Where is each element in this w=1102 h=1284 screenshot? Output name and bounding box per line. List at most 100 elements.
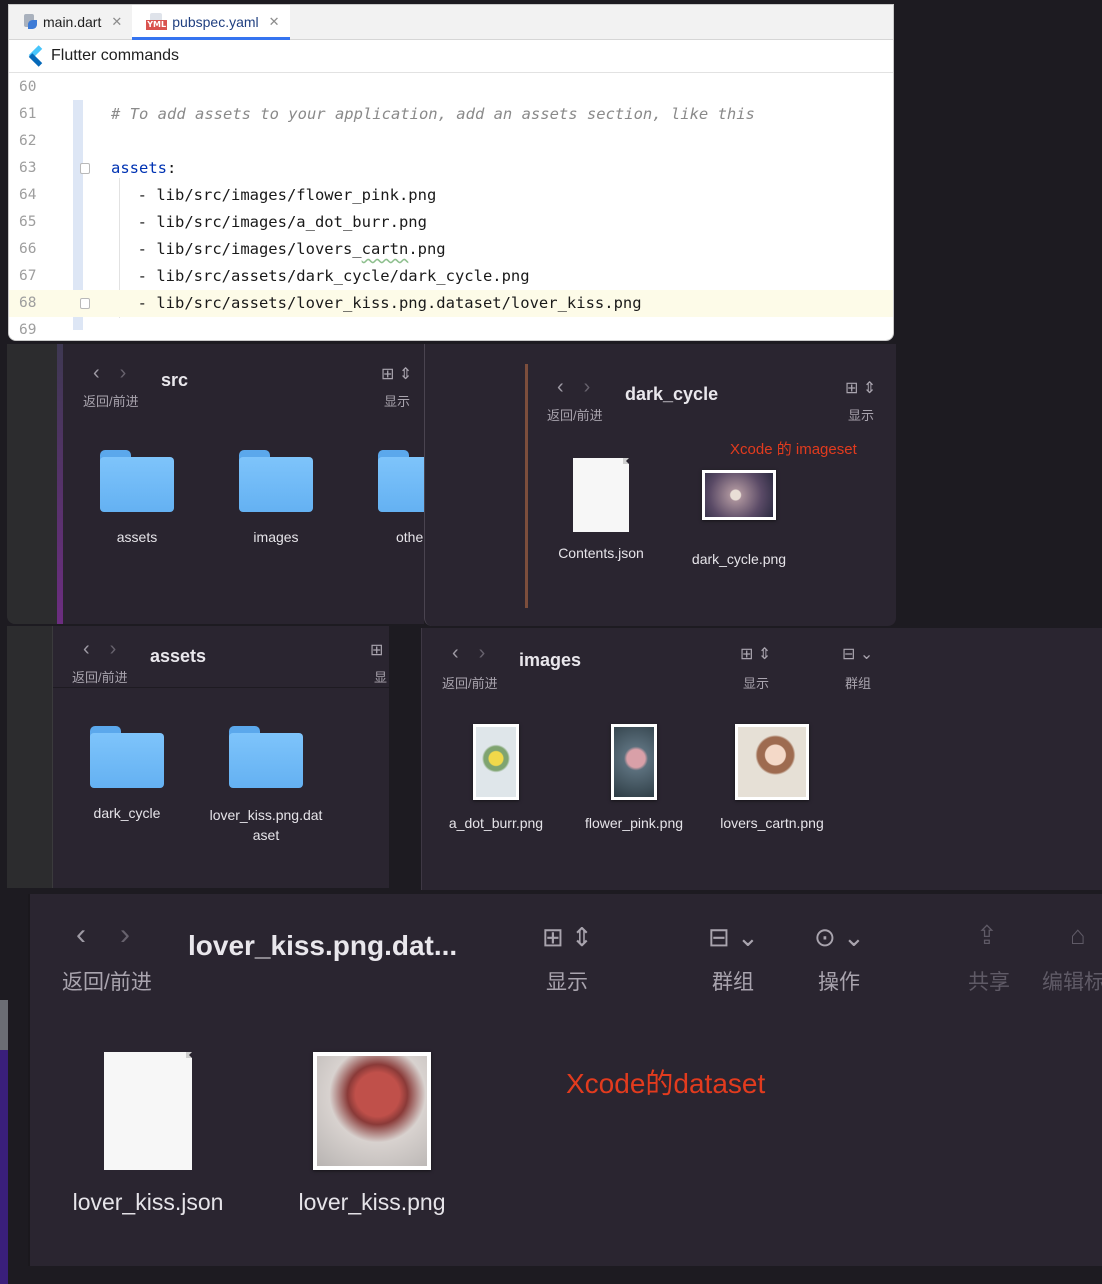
code-comment: # To add assets to your application, add…: [111, 105, 755, 123]
yaml-colon: :: [167, 159, 177, 177]
folder-item[interactable]: othe: [378, 450, 424, 545]
finder-window-assets: ‹ › assets 返回/前进 ⊞ 显 dark_cycle lover_kis…: [7, 626, 389, 888]
file-item[interactable]: Contents.json: [547, 458, 655, 561]
share-icon[interactable]: ⇪: [976, 920, 998, 951]
yaml-file-icon: YML: [146, 13, 168, 30]
sidebar-edge: [7, 626, 53, 888]
group-label: 群组: [845, 676, 872, 691]
annotation-note: Xcode 的 imageset: [730, 441, 857, 458]
view-grid-icon[interactable]: ⊞ ⇕: [542, 922, 593, 953]
finder-window-images: ‹ › images 返回/前进 ⊞ ⇕ 显示 ⊟ ⌄ 群组 a_dot_burr…: [421, 628, 1102, 890]
code-text: - lib/src/images/lovers_cartn.png: [119, 236, 446, 263]
item-label: lover_kiss.png: [298, 1189, 446, 1215]
yaml-key: assets: [111, 159, 167, 177]
finder-window-dataset: ‹ › lover_kiss.png.dat... 返回/前进 ⊞ ⇕ 显示 ⊟ …: [28, 894, 1102, 1266]
back-icon[interactable]: ‹: [83, 638, 90, 661]
nav-arrows: ‹ ›: [557, 376, 590, 399]
group-label: 群组: [712, 971, 754, 994]
window-title: src: [161, 370, 189, 390]
line-number: 62: [19, 133, 37, 149]
view-label: 显示: [848, 408, 875, 423]
back-icon[interactable]: ‹: [452, 642, 459, 665]
view-label: 显: [374, 670, 388, 685]
nav-label: 返回/前进: [72, 670, 128, 685]
image-thumbnail: [611, 724, 657, 800]
nav-arrows: ‹ ›: [76, 918, 130, 952]
image-file-item[interactable]: a_dot_burr.png: [434, 724, 558, 831]
forward-icon[interactable]: ›: [120, 918, 130, 952]
code-line: 69: [9, 317, 893, 340]
fold-marker-icon[interactable]: [80, 298, 90, 309]
flutter-commands-label: Flutter commands: [51, 47, 180, 64]
nav-arrows: ‹ ›: [93, 362, 126, 385]
folder-item[interactable]: lover_kiss.png.dat aset: [195, 726, 337, 845]
close-icon[interactable]: ✕: [111, 14, 122, 30]
action-label: 操作: [818, 971, 860, 994]
json-file-icon: [573, 458, 629, 532]
fold-marker-icon[interactable]: [80, 163, 90, 174]
view-grid-icon[interactable]: ⊞: [370, 640, 383, 660]
forward-icon[interactable]: ›: [479, 642, 486, 665]
item-label: lover_kiss.png.dat aset: [209, 807, 323, 843]
back-icon[interactable]: ‹: [93, 362, 100, 385]
close-icon[interactable]: ✕: [269, 14, 280, 30]
item-label: Contents.json: [558, 545, 644, 561]
image-thumbnail: [702, 470, 776, 520]
json-file-icon: [104, 1052, 192, 1170]
code-line: 65 - lib/src/images/a_dot_burr.png: [9, 209, 893, 236]
view-label: 显示: [743, 676, 770, 691]
code-line: 63 assets:: [9, 155, 893, 182]
back-icon[interactable]: ‹: [76, 918, 86, 952]
ide-window: main.dart ✕ YML pubspec.yaml ✕ Flutter c…: [8, 4, 894, 341]
folder-item[interactable]: dark_cycle: [87, 726, 167, 821]
view-grid-icon[interactable]: ⊞ ⇕: [740, 644, 771, 664]
folder-item[interactable]: images: [238, 450, 314, 545]
tag-icon[interactable]: ⌂: [1070, 920, 1086, 951]
group-icon[interactable]: ⊟ ⌄: [842, 644, 873, 664]
code-editor[interactable]: 60 61 # To add assets to your applicatio…: [9, 74, 893, 340]
image-thumbnail: [735, 724, 809, 800]
line-number: 63: [19, 160, 37, 176]
file-item[interactable]: lover_kiss.json: [56, 1052, 240, 1216]
item-label: a_dot_burr.png: [448, 815, 544, 831]
item-label: assets: [116, 529, 158, 545]
image-file-item[interactable]: lover_kiss.png: [280, 1052, 464, 1216]
flutter-commands-bar[interactable]: Flutter commands: [9, 40, 893, 73]
code-line: 64 - lib/src/images/flower_pink.png: [9, 182, 893, 209]
forward-icon[interactable]: ›: [110, 638, 117, 661]
forward-icon[interactable]: ›: [120, 362, 127, 385]
file-item[interactable]: dark_cycle.png: [681, 470, 797, 567]
line-number: 64: [19, 187, 37, 203]
line-number: 68: [19, 295, 37, 311]
line-number: 60: [19, 79, 37, 95]
code-segment: - lib/src/images/lovers_: [119, 240, 362, 258]
editor-tab-bar: main.dart ✕ YML pubspec.yaml ✕: [9, 5, 893, 40]
item-label: othe: [396, 529, 424, 545]
tab-main-dart[interactable]: main.dart ✕: [9, 5, 132, 39]
back-icon[interactable]: ‹: [557, 376, 564, 399]
image-file-item[interactable]: lovers_cartn.png: [710, 724, 834, 831]
spelling-warning: cartn: [361, 240, 409, 258]
code-text: assets:: [111, 155, 176, 182]
finder-window-src: ‹ › src 返回/前进 ⊞ ⇕ 显示 assets images othe: [7, 344, 424, 624]
view-grid-icon[interactable]: ⊞ ⇕: [381, 364, 412, 384]
more-actions-icon[interactable]: ⊙ ⌄: [814, 922, 865, 953]
code-line-current: 68 - lib/src/assets/lover_kiss.png.datas…: [9, 290, 893, 317]
folder-item[interactable]: assets: [99, 450, 175, 545]
forward-icon[interactable]: ›: [584, 376, 591, 399]
tab-pubspec-yaml[interactable]: YML pubspec.yaml ✕: [132, 5, 290, 40]
nav-label: 返回/前进: [83, 394, 139, 409]
folder-icon: [100, 450, 174, 512]
item-label: lover_kiss.json: [72, 1189, 224, 1215]
image-file-item[interactable]: flower_pink.png: [572, 724, 696, 831]
code-text: - lib/src/assets/dark_cycle/dark_cycle.p…: [119, 267, 530, 285]
code-text: - lib/src/assets/lover_kiss.png.dataset/…: [119, 294, 642, 312]
window-title: images: [519, 650, 582, 670]
nav-arrows: ‹ ›: [452, 642, 485, 665]
folder-icon: [90, 726, 164, 788]
view-grid-icon[interactable]: ⊞ ⇕: [845, 378, 876, 398]
group-icon[interactable]: ⊟ ⌄: [708, 922, 759, 953]
folder-icon: [239, 450, 313, 512]
window-title: assets: [150, 646, 207, 666]
flutter-icon: [27, 45, 43, 67]
